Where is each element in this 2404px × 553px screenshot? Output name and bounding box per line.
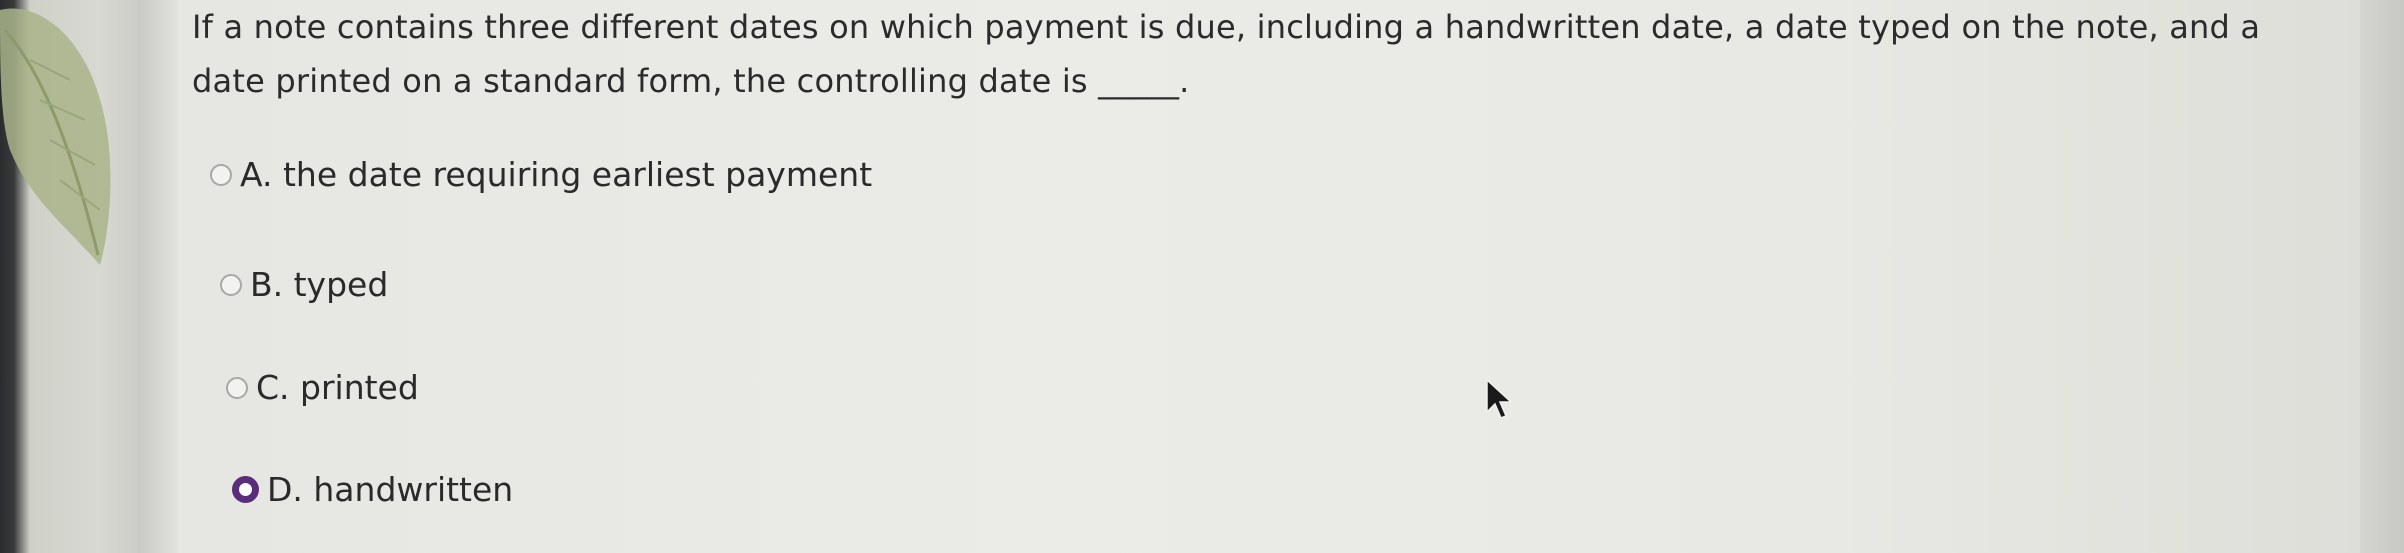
option-a-label: A. the date requiring earliest payment	[240, 155, 873, 194]
leaf-decoration	[0, 8, 111, 266]
option-a[interactable]: A. the date requiring earliest payment	[210, 155, 872, 194]
panel-right-edge	[2360, 0, 2404, 553]
option-b-label: B. typed	[250, 265, 389, 304]
option-d-label: D. handwritten	[267, 470, 514, 509]
option-d[interactable]: D. handwritten	[232, 470, 513, 509]
radio-button-c[interactable]	[226, 376, 248, 399]
question-text: If a note contains three different dates…	[192, 8, 2261, 100]
background-photo-edge	[0, 0, 145, 553]
radio-button-a[interactable]	[210, 163, 232, 186]
radio-button-b[interactable]	[220, 273, 242, 296]
panel-shadow	[138, 0, 178, 553]
option-c-label: C. printed	[256, 368, 419, 407]
option-b[interactable]: B. typed	[220, 265, 388, 304]
option-c[interactable]: C. printed	[226, 368, 419, 407]
mouse-cursor-icon	[1486, 378, 1513, 419]
radio-button-d-selected[interactable]	[232, 476, 259, 503]
